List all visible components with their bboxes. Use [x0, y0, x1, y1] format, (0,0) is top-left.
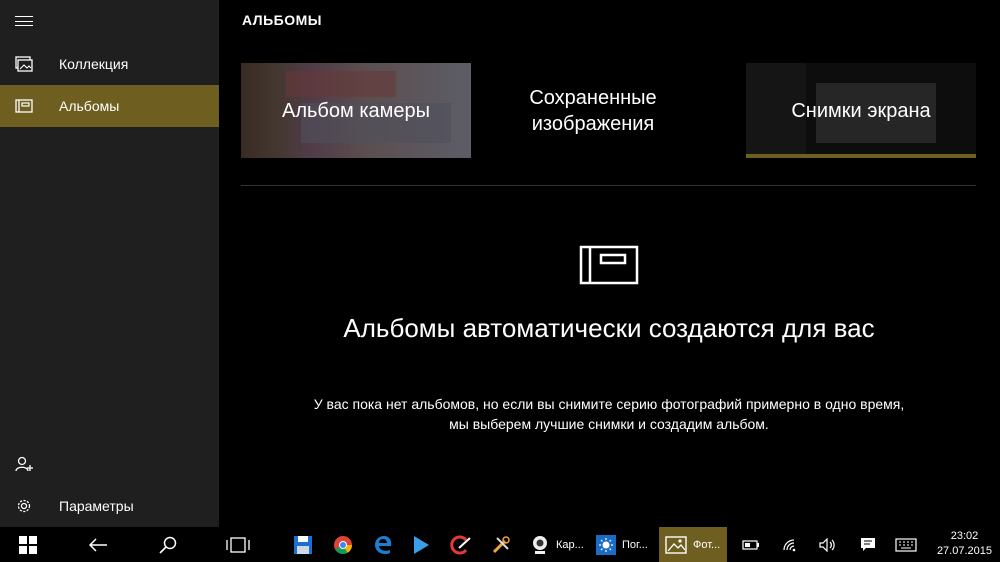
search-button[interactable]	[150, 527, 186, 562]
sidebar-item-add-account[interactable]	[0, 443, 219, 485]
page-title: АЛЬБОМЫ	[242, 12, 322, 28]
windows-icon	[19, 535, 37, 554]
play-store-icon	[414, 535, 429, 554]
sidebar-item-collection[interactable]: Коллекция	[0, 43, 219, 85]
wifi-icon	[783, 538, 796, 551]
taskbar-app-tools[interactable]	[486, 527, 516, 562]
empty-state-description: У вас пока нет альбомов, но если вы сним…	[313, 396, 905, 432]
hamburger-menu-button[interactable]	[0, 0, 48, 42]
collection-icon	[0, 56, 48, 72]
sidebar: Коллекция Альбомы Параметры	[0, 0, 219, 527]
hamburger-icon	[15, 16, 33, 26]
volume-indicator[interactable]	[815, 527, 841, 562]
ccleaner-icon	[450, 535, 471, 554]
gear-icon	[0, 498, 48, 514]
notification-icon	[861, 537, 875, 551]
album-icon	[579, 245, 639, 285]
task-view-icon	[226, 536, 250, 553]
taskbar-app-weather[interactable]: Пог...	[590, 527, 654, 562]
photos-icon	[665, 535, 687, 554]
taskbar-app-chrome[interactable]	[328, 527, 358, 562]
battery-icon	[742, 539, 759, 550]
album-icon	[0, 99, 48, 113]
search-icon	[159, 536, 177, 554]
clock-time: 23:02	[950, 530, 979, 542]
sidebar-item-settings[interactable]: Параметры	[0, 485, 219, 527]
touch-keyboard-button[interactable]	[892, 527, 920, 562]
back-button[interactable]	[80, 527, 116, 562]
sidebar-item-label: Параметры	[59, 498, 134, 514]
keyboard-icon	[895, 537, 917, 552]
sidebar-item-albums[interactable]: Альбомы	[0, 85, 219, 127]
taskbar-app-photos[interactable]: Фот...	[659, 527, 727, 562]
taskbar-app-label: Фот...	[693, 538, 721, 551]
sidebar-item-label: Коллекция	[59, 56, 129, 72]
taskbar-app-ccleaner[interactable]	[446, 527, 476, 562]
album-tile-screenshots[interactable]: Снимки экрана	[746, 63, 976, 158]
task-view-button[interactable]	[220, 527, 256, 562]
speaker-icon	[819, 537, 835, 552]
taskbar: Кар... Пог... Фот... 23:02 27.07.2015	[0, 527, 1000, 562]
battery-indicator[interactable]	[738, 527, 764, 562]
start-button[interactable]	[10, 527, 46, 562]
taskbar-app-save[interactable]	[288, 527, 318, 562]
clock-date: 27.07.2015	[936, 545, 992, 557]
album-title: Снимки экрана	[791, 99, 931, 122]
taskbar-app-label: Пог...	[622, 538, 648, 551]
chrome-icon	[334, 535, 352, 554]
weather-icon	[596, 534, 616, 555]
taskbar-clock[interactable]: 23:02 27.07.2015	[937, 529, 992, 559]
taskbar-app-label: Кар...	[556, 538, 584, 551]
album-tile-camera[interactable]: Альбом камеры	[241, 63, 471, 158]
taskbar-app-maps[interactable]: Кар...	[524, 527, 586, 562]
edge-icon	[375, 535, 392, 554]
sidebar-item-label: Альбомы	[59, 98, 120, 114]
album-title: Сохраненные изображения	[529, 86, 657, 135]
floppy-disk-icon	[294, 535, 312, 554]
taskbar-app-play[interactable]	[406, 527, 436, 562]
wifi-indicator[interactable]	[777, 527, 803, 562]
divider	[241, 185, 976, 186]
album-title: Альбом камеры	[282, 99, 430, 122]
add-person-icon	[0, 456, 48, 472]
album-tile-saved-pictures[interactable]: Сохраненные изображения	[493, 63, 693, 158]
taskbar-app-edge[interactable]	[368, 527, 398, 562]
action-center-button[interactable]	[855, 527, 881, 562]
back-arrow-icon	[88, 537, 107, 552]
empty-state-title: Альбомы автоматически создаются для вас	[343, 313, 875, 343]
tools-icon	[492, 535, 510, 553]
webcam-icon	[533, 535, 547, 554]
